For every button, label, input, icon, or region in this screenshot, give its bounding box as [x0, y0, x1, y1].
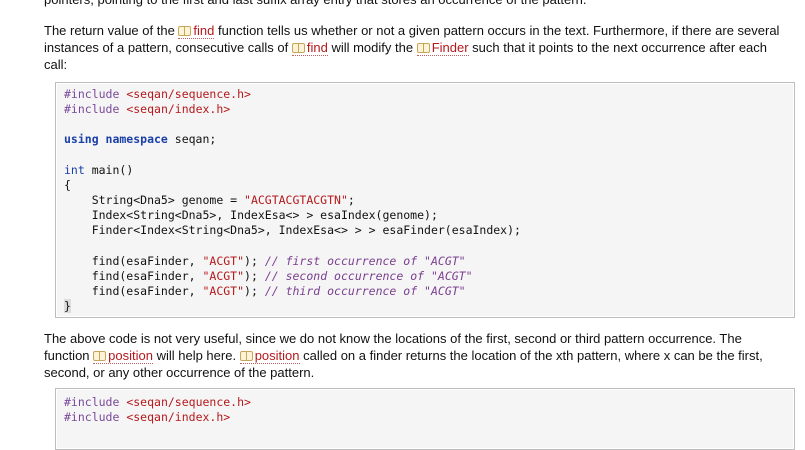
code-line-include-sequence: #include <seqan/sequence.h>: [64, 395, 251, 410]
include-directive: #include: [64, 395, 120, 409]
header-name: <seqan/index.h>: [126, 102, 231, 116]
position-link-label: position: [108, 348, 153, 363]
string-literal: "ACGT": [202, 284, 245, 298]
open-brace: {: [64, 178, 71, 192]
header-name: <seqan/sequence.h>: [126, 87, 251, 101]
code-block-position[interactable]: #include <seqan/sequence.h> #include <se…: [55, 388, 795, 450]
code-text: Index<String<Dna5>, IndexEsa<> > esaInde…: [64, 208, 438, 222]
header-name: <seqan/index.h>: [126, 410, 231, 424]
code-text: );: [244, 254, 265, 268]
top-fragment-text: pointers, pointing to the first and last…: [44, 0, 784, 8]
code-line-open-brace: {: [64, 178, 71, 193]
find-link-label: find: [193, 23, 215, 38]
code-text: find(esaFinder,: [64, 269, 203, 283]
code-comment: // first occurrence of "ACGT": [264, 254, 466, 268]
book-icon: [93, 351, 107, 361]
code-line-include-index: #include <seqan/index.h>: [64, 102, 230, 117]
close-brace: }: [64, 299, 71, 313]
code-text: );: [244, 284, 265, 298]
code-text: String<Dna5> genome =: [64, 193, 245, 207]
code-line-include-sequence: #include <seqan/sequence.h>: [64, 87, 251, 102]
position-link[interactable]: position: [239, 348, 300, 364]
code-line-using: using namespace seqan;: [64, 132, 216, 147]
using-keyword: using namespace: [64, 132, 168, 146]
paragraph-position: The above code is not very useful, since…: [44, 330, 784, 381]
book-icon: [416, 43, 430, 53]
string-literal: "ACGTACGTACGTN": [244, 193, 348, 207]
find-link-label: find: [306, 40, 328, 55]
header-name: <seqan/sequence.h>: [126, 395, 251, 409]
int-keyword: int: [64, 163, 85, 177]
string-literal: "ACGT": [202, 269, 245, 283]
finder-link-label: Finder: [431, 40, 469, 55]
include-directive: #include: [64, 102, 120, 116]
code-text: ;: [347, 193, 355, 207]
code-text: find(esaFinder,: [64, 254, 203, 268]
code-line-close-brace: }: [64, 299, 71, 314]
include-directive: #include: [64, 410, 120, 424]
paragraph-find: The return value of the find function te…: [44, 22, 784, 73]
position-link-label: position: [254, 348, 300, 363]
book-icon: [178, 26, 192, 36]
find-link[interactable]: find: [178, 23, 215, 39]
code-comment: // third occurrence of "ACGT": [264, 284, 466, 298]
finder-link[interactable]: Finder: [416, 40, 469, 56]
position-link[interactable]: position: [93, 348, 153, 364]
code-comment: // second occurrence of "ACGT": [264, 269, 473, 283]
paragraph-text: will help here.: [152, 348, 240, 363]
code-text: find(esaFinder,: [64, 284, 203, 298]
code-line-include-index: #include <seqan/index.h>: [64, 410, 230, 425]
namespace-name: seqan;: [167, 132, 217, 146]
main-signature: main(): [84, 163, 134, 177]
code-line-find-1: find(esaFinder, "ACGT"); // first occurr…: [64, 254, 466, 269]
string-literal: "ACGT": [202, 254, 245, 268]
code-line-finder: Finder<Index<String<Dna5>, IndexEsa<> > …: [64, 223, 521, 238]
code-block-find[interactable]: #include <seqan/sequence.h> #include <se…: [55, 82, 795, 318]
code-line-find-2: find(esaFinder, "ACGT"); // second occur…: [64, 269, 473, 284]
book-icon: [291, 43, 305, 53]
paragraph-text: The return value of the: [44, 23, 179, 38]
code-line-find-3: find(esaFinder, "ACGT"); // third occurr…: [64, 284, 466, 299]
book-icon: [239, 351, 253, 361]
code-text: Finder<Index<String<Dna5>, IndexEsa<> > …: [64, 223, 521, 237]
code-line-genome: String<Dna5> genome = "ACGTACGTACGTN";: [64, 193, 355, 208]
include-directive: #include: [64, 87, 120, 101]
code-line-index: Index<String<Dna5>, IndexEsa<> > esaInde…: [64, 208, 438, 223]
code-text: );: [244, 269, 265, 283]
paragraph-text: will modify the: [327, 40, 417, 55]
find-link[interactable]: find: [291, 40, 328, 56]
code-line-main: int main(): [64, 163, 133, 178]
